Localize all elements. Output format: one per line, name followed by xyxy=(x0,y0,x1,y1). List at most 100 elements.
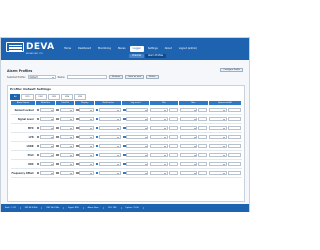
hysteresis-value-input[interactable] xyxy=(227,135,241,139)
main-sec-select[interactable] xyxy=(39,117,55,121)
max-mode-select[interactable] xyxy=(179,171,198,175)
display-select[interactable] xyxy=(79,171,94,175)
display-select[interactable] xyxy=(79,162,94,166)
max-mode-select[interactable] xyxy=(179,108,198,112)
max-value-input[interactable] xyxy=(198,126,208,130)
hysteresis-mode-select[interactable] xyxy=(209,162,227,166)
log-event-select[interactable] xyxy=(126,153,149,157)
notification-select[interactable] xyxy=(98,126,121,130)
trim-tilt-select[interactable] xyxy=(59,144,74,148)
trim-tilt-checkbox[interactable] xyxy=(56,135,59,139)
max-value-input[interactable] xyxy=(198,135,208,139)
hysteresis-mode-select[interactable] xyxy=(209,108,227,112)
display-select[interactable] xyxy=(79,153,94,157)
main-sec-select[interactable] xyxy=(39,171,55,175)
save-as-new-button[interactable]: Save as new xyxy=(125,75,144,79)
min-mode-select[interactable] xyxy=(150,171,168,175)
min-value-input[interactable] xyxy=(168,126,178,130)
max-value-input[interactable] xyxy=(198,144,208,148)
hysteresis-value-input[interactable] xyxy=(227,144,241,148)
max-value-input[interactable] xyxy=(198,117,208,121)
trim-tilt-checkbox[interactable] xyxy=(56,171,59,175)
hysteresis-value-input[interactable] xyxy=(227,108,241,112)
log-event-checkbox[interactable] xyxy=(122,162,126,166)
min-value-input[interactable] xyxy=(168,135,178,139)
display-checkbox[interactable] xyxy=(75,108,79,112)
rename-button[interactable]: Rename xyxy=(109,75,124,79)
notification-checkbox[interactable] xyxy=(95,117,99,121)
hysteresis-value-input[interactable] xyxy=(227,162,241,166)
hysteresis-mode-select[interactable] xyxy=(209,144,227,148)
display-checkbox[interactable] xyxy=(75,126,79,130)
max-mode-select[interactable] xyxy=(179,162,198,166)
trim-tilt-select[interactable] xyxy=(59,108,74,112)
min-mode-select[interactable] xyxy=(150,135,168,139)
display-checkbox[interactable] xyxy=(75,144,79,148)
max-value-input[interactable] xyxy=(198,171,208,175)
min-mode-select[interactable] xyxy=(150,162,168,166)
log-event-select[interactable] xyxy=(126,171,149,175)
notification-select[interactable] xyxy=(98,171,121,175)
min-value-input[interactable] xyxy=(168,144,178,148)
hysteresis-mode-select[interactable] xyxy=(209,135,227,139)
main-sec-checkbox[interactable] xyxy=(36,153,40,157)
log-event-select[interactable] xyxy=(126,162,149,166)
notification-checkbox[interactable] xyxy=(95,135,99,139)
trim-tilt-select[interactable] xyxy=(59,117,74,121)
hysteresis-mode-select[interactable] xyxy=(209,153,227,157)
display-select[interactable] xyxy=(79,117,94,121)
min-value-input[interactable] xyxy=(168,117,178,121)
display-checkbox[interactable] xyxy=(75,135,79,139)
trim-tilt-select[interactable] xyxy=(59,126,74,130)
trim-tilt-select[interactable] xyxy=(59,162,74,166)
notification-select[interactable] xyxy=(98,144,121,148)
hysteresis-value-input[interactable] xyxy=(227,171,241,175)
notification-select[interactable] xyxy=(98,162,121,166)
hysteresis-mode-select[interactable] xyxy=(209,171,227,175)
hysteresis-value-input[interactable] xyxy=(227,117,241,121)
main-sec-select[interactable] xyxy=(39,126,55,130)
log-event-checkbox[interactable] xyxy=(122,144,126,148)
display-select[interactable] xyxy=(79,144,94,148)
trim-tilt-checkbox[interactable] xyxy=(56,117,59,121)
display-select[interactable] xyxy=(79,126,94,130)
hysteresis-mode-select[interactable] xyxy=(209,126,227,130)
log-event-checkbox[interactable] xyxy=(122,135,126,139)
main-sec-checkbox[interactable] xyxy=(36,126,40,130)
notification-select[interactable] xyxy=(98,153,121,157)
hysteresis-value-input[interactable] xyxy=(227,126,241,130)
log-event-select[interactable] xyxy=(126,117,149,121)
main-sec-select[interactable] xyxy=(39,144,55,148)
main-sec-select[interactable] xyxy=(39,162,55,166)
sub-nav-channel[interactable]: Channel xyxy=(129,54,144,58)
trim-tilt-checkbox[interactable] xyxy=(56,144,59,148)
nav-logout[interactable]: Logout (admin) xyxy=(176,46,200,52)
log-event-select[interactable] xyxy=(126,135,149,139)
max-mode-select[interactable] xyxy=(179,144,198,148)
sub-nav-alarm-profiles[interactable]: Alarm Profiles xyxy=(144,54,167,58)
min-mode-select[interactable] xyxy=(150,117,168,121)
nav-home[interactable]: Home xyxy=(61,46,74,52)
log-event-checkbox[interactable] xyxy=(122,171,126,175)
max-value-input[interactable] xyxy=(198,162,208,166)
nav-dashboard[interactable]: Dashboard xyxy=(75,46,94,52)
min-value-input[interactable] xyxy=(168,153,178,157)
min-mode-select[interactable] xyxy=(150,153,168,157)
hysteresis-mode-select[interactable] xyxy=(209,117,227,121)
notification-checkbox[interactable] xyxy=(95,171,99,175)
nav-logger[interactable]: Logger xyxy=(129,46,144,52)
max-mode-select[interactable] xyxy=(179,126,198,130)
main-sec-select[interactable] xyxy=(39,108,55,112)
main-sec-checkbox[interactable] xyxy=(36,135,40,139)
notification-checkbox[interactable] xyxy=(95,126,99,130)
display-checkbox[interactable] xyxy=(75,171,79,175)
notification-select[interactable] xyxy=(98,135,121,139)
nav-about[interactable]: About xyxy=(162,46,175,52)
nav-settings[interactable]: Settings xyxy=(145,46,161,52)
notification-checkbox[interactable] xyxy=(95,153,99,157)
display-checkbox[interactable] xyxy=(75,117,79,121)
trim-tilt-checkbox[interactable] xyxy=(56,162,59,166)
display-checkbox[interactable] xyxy=(75,153,79,157)
log-event-checkbox[interactable] xyxy=(122,117,126,121)
log-event-checkbox[interactable] xyxy=(122,153,126,157)
